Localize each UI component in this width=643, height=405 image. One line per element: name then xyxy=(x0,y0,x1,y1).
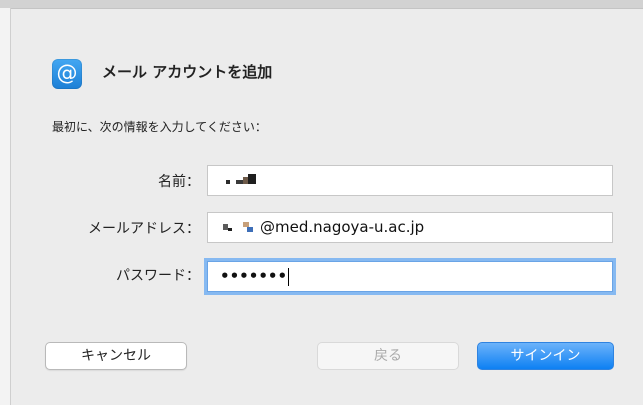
password-masked-value: ••••••• xyxy=(220,267,288,285)
password-label: パスワード： xyxy=(116,268,200,284)
at-sign-icon: @ xyxy=(52,59,82,89)
dialog-title: メール アカウントを追加 xyxy=(102,63,273,81)
name-field[interactable] xyxy=(207,165,613,196)
email-field[interactable]: @med.nagoya-u.ac.jp xyxy=(207,212,613,243)
instruction-text: 最初に、次の情報を入力してください： xyxy=(52,120,267,134)
sign-in-button[interactable]: サインイン xyxy=(477,342,614,370)
password-field[interactable]: ••••••• xyxy=(207,261,613,292)
email-domain-text: @med.nagoya-u.ac.jp xyxy=(260,218,425,236)
cancel-button[interactable]: キャンセル xyxy=(45,342,187,370)
window-left-edge xyxy=(0,8,11,405)
email-label: メールアドレス： xyxy=(88,221,200,237)
name-redacted xyxy=(220,171,270,191)
text-caret xyxy=(288,267,290,286)
name-label: 名前： xyxy=(158,174,200,190)
email-username-redacted xyxy=(220,218,260,238)
window-top-strip xyxy=(0,0,643,9)
back-button[interactable]: 戻る xyxy=(317,342,459,370)
